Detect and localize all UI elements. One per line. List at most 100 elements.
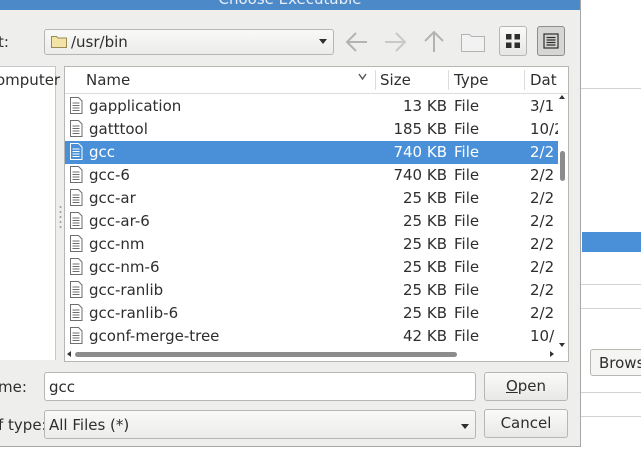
path-combo[interactable]: /usr/bin — [44, 29, 334, 55]
open-mnemonic: O — [505, 377, 518, 395]
file-row[interactable]: gcc-ar-6 25 KB File 2/2 — [65, 210, 558, 233]
up-button[interactable] — [420, 28, 448, 56]
background-selected-row[interactable] — [582, 232, 641, 252]
vertical-scroll-thumb[interactable] — [560, 151, 565, 181]
horizontal-scrollbar[interactable] — [65, 348, 558, 360]
file-size: 42 KB — [403, 327, 447, 345]
file-date: 2/2 — [530, 235, 555, 253]
file-size: 25 KB — [403, 189, 447, 207]
scroll-left-icon[interactable] — [67, 351, 71, 357]
file-name: gcc — [89, 143, 116, 161]
file-row[interactable]: gcc-6 740 KB File 2/2 — [65, 164, 558, 187]
back-button[interactable] — [343, 28, 371, 56]
column-header-name[interactable]: Name — [86, 71, 130, 89]
file-size: 13 KB — [403, 97, 447, 115]
executable-file-icon — [70, 281, 83, 298]
file-name: gcc-ranlib-6 — [89, 304, 179, 322]
background-divider — [580, 392, 641, 393]
location-label: t: — [0, 33, 9, 51]
background-divider — [580, 308, 641, 309]
horizontal-scroll-thumb[interactable] — [75, 352, 457, 357]
file-row[interactable]: gapplication 13 KB File 3/1 — [65, 95, 558, 118]
scroll-right-icon[interactable] — [550, 351, 554, 357]
file-date: 2/2 — [530, 304, 555, 322]
chevron-down-icon — [319, 39, 327, 44]
file-row[interactable]: gcc-ar 25 KB File 2/2 — [65, 187, 558, 210]
executable-file-icon — [70, 97, 83, 114]
file-type: File — [454, 97, 480, 115]
forward-button[interactable] — [381, 28, 409, 56]
background-browse-button[interactable]: Brows — [590, 349, 641, 376]
file-name: gcc-ranlib — [89, 281, 164, 299]
file-size: 740 KB — [393, 143, 447, 161]
file-date: 2/2 — [530, 166, 555, 184]
new-folder-button[interactable] — [459, 28, 487, 56]
file-type: File — [454, 235, 480, 253]
file-row[interactable]: gconf-merge-tree 42 KB File 10/ — [65, 325, 558, 348]
name-label: me: — [0, 378, 27, 396]
file-type: File — [454, 189, 480, 207]
file-size: 25 KB — [403, 258, 447, 276]
file-list-header: Name Size Type Dat — [65, 67, 568, 94]
file-size: 740 KB — [393, 166, 447, 184]
column-header-date[interactable]: Dat — [530, 71, 557, 89]
executable-file-icon — [70, 258, 83, 275]
file-size: 185 KB — [393, 120, 447, 138]
up-arrow-icon — [424, 30, 444, 52]
executable-file-icon — [70, 143, 83, 160]
file-row[interactable]: gatttool 185 KB File 10/2 — [65, 118, 558, 141]
new-folder-icon — [461, 34, 485, 52]
background-divider — [580, 284, 641, 285]
file-type: File — [454, 120, 480, 138]
executable-file-icon — [70, 166, 83, 183]
scroll-down-icon[interactable] — [559, 343, 565, 347]
file-size: 25 KB — [403, 281, 447, 299]
column-header-type[interactable]: Type — [454, 71, 488, 89]
file-type: File — [454, 327, 480, 345]
file-type-value: All Files (*) — [49, 416, 130, 434]
file-row[interactable]: gcc-ranlib 25 KB File 2/2 — [65, 279, 558, 302]
vertical-scrollbar[interactable] — [557, 93, 568, 349]
cancel-button[interactable]: Cancel — [484, 409, 568, 438]
file-type: File — [454, 143, 480, 161]
path-text: /usr/bin — [71, 33, 128, 51]
file-type: File — [454, 212, 480, 230]
file-name: gcc-6 — [89, 166, 130, 184]
file-list[interactable]: Name Size Type Dat gapplication 13 KB File… — [64, 66, 569, 362]
file-row[interactable]: gcc-ranlib-6 25 KB File 2/2 — [65, 302, 558, 325]
file-date: 2/2 — [530, 281, 555, 299]
file-rows: gapplication 13 KB File 3/1 gatttool 185 KB Fi… — [65, 95, 558, 348]
file-name: gcc-ar — [89, 189, 136, 207]
file-chooser-dialog: Choose Executable t: /usr/bin — [0, 0, 581, 447]
file-type: File — [454, 304, 480, 322]
column-separator — [524, 70, 525, 90]
file-row[interactable]: gcc 740 KB File 2/2 — [65, 141, 558, 164]
open-label-rest: pen — [517, 377, 547, 395]
pane-resize-grip[interactable] — [59, 205, 62, 233]
back-arrow-icon — [345, 32, 367, 52]
file-name: gatttool — [89, 120, 148, 138]
sort-descending-icon — [358, 73, 367, 81]
executable-file-icon — [70, 327, 83, 344]
icon-view-button[interactable] — [499, 26, 527, 56]
list-view-button[interactable] — [537, 26, 565, 56]
column-header-size[interactable]: Size — [380, 71, 411, 89]
file-date: 2/2 — [530, 189, 555, 207]
file-name: gcc-nm-6 — [89, 258, 160, 276]
open-button[interactable]: Open — [484, 372, 568, 401]
file-row[interactable]: gcc-nm 25 KB File 2/2 — [65, 233, 558, 256]
icon-view-icon — [506, 34, 520, 48]
file-date: 10/2 — [530, 120, 558, 138]
file-date: 3/1 — [530, 97, 555, 115]
file-row[interactable]: gcc-nm-6 25 KB File 2/2 — [65, 256, 558, 279]
executable-file-icon — [70, 120, 83, 137]
filename-input[interactable] — [44, 372, 476, 401]
scroll-up-icon[interactable] — [559, 95, 565, 99]
file-size: 25 KB — [403, 304, 447, 322]
file-date: 2/2 — [530, 143, 555, 161]
list-view-icon — [543, 33, 559, 49]
file-type-combo[interactable]: All Files (*) — [44, 410, 476, 439]
file-date: 10/ — [530, 327, 555, 345]
file-type: File — [454, 281, 480, 299]
places-item-computer[interactable]: omputer — [0, 71, 60, 89]
